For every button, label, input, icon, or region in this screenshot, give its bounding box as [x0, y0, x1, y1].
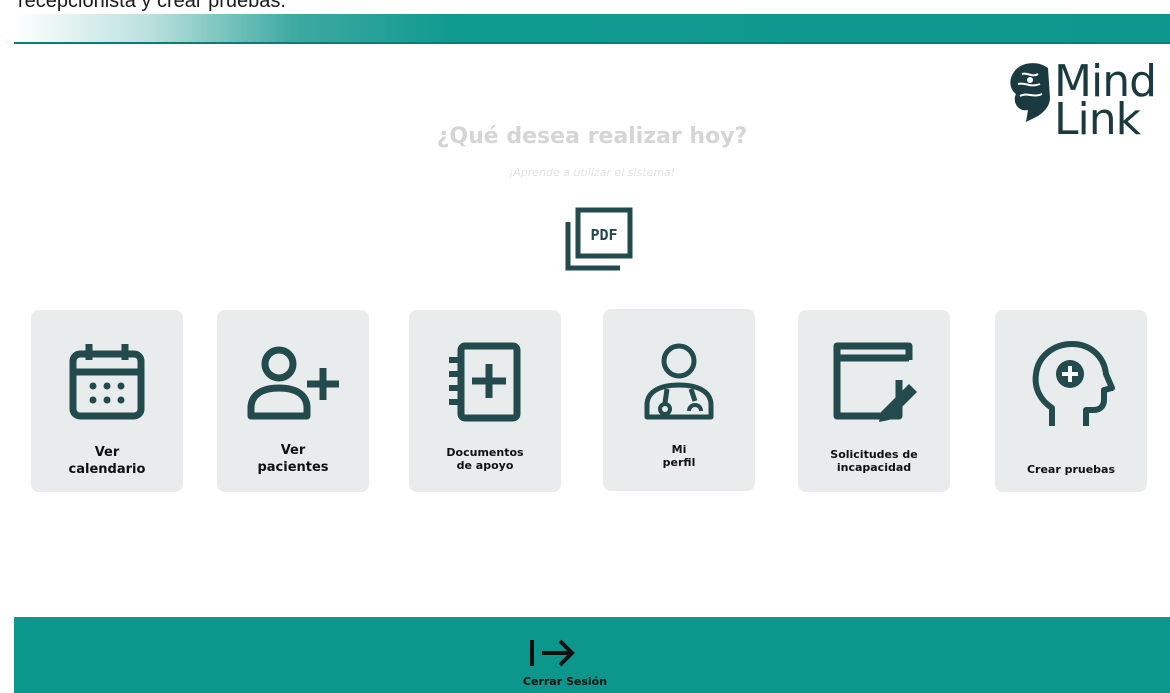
- my-profile-card[interactable]: Mi perfil: [603, 309, 755, 491]
- help-link[interactable]: ¡Aprende a utilizar el sistema!: [0, 166, 1170, 179]
- pdf-icon-text: PDF: [590, 226, 617, 244]
- page-title: ¿Qué desea realizar hoy?: [436, 124, 748, 149]
- header-band: [14, 14, 1170, 44]
- view-patients-card[interactable]: Ver pacientes: [217, 310, 369, 492]
- logout-label: Cerrar Sesión: [522, 675, 608, 688]
- card-label-line1: Documentos: [446, 446, 524, 459]
- card-label-line2: pacientes: [257, 460, 329, 475]
- pdf-manual-link[interactable]: PDF: [562, 204, 636, 274]
- card-label-line1: Solicitudes de: [830, 448, 918, 461]
- card-label-line2: perfil: [662, 456, 696, 469]
- head-plus-icon: [1032, 341, 1115, 426]
- pdf-icon: PDF: [565, 207, 633, 271]
- card-label-line1: Ver: [94, 445, 120, 460]
- view-calendar-card[interactable]: Ver calendario: [31, 310, 183, 492]
- doctor-icon: [644, 343, 714, 420]
- logout-icon: [530, 639, 575, 667]
- logout-button[interactable]: Cerrar Sesión: [490, 630, 640, 690]
- create-tests-card[interactable]: Crear pruebas: [995, 310, 1147, 492]
- support-documents-card[interactable]: Documentos de apoyo: [409, 310, 561, 492]
- add-user-icon: [247, 346, 339, 420]
- card-label-line1: Ver: [280, 443, 306, 458]
- card-label-line2: calendario: [68, 462, 146, 477]
- add-document-icon: [449, 342, 521, 422]
- disability-requests-card[interactable]: Solicitudes de incapacidad: [798, 310, 950, 492]
- calendar-icon: [69, 344, 145, 420]
- card-label-line2: de apoyo: [456, 459, 514, 472]
- edit-window-icon: [833, 342, 917, 422]
- card-label-line1: Mi: [671, 443, 687, 456]
- card-label-line1: Crear pruebas: [1026, 463, 1116, 476]
- card-label-line2: incapacidad: [836, 461, 912, 474]
- top-caption: recepcionista y crear pruebas.: [18, 0, 286, 12]
